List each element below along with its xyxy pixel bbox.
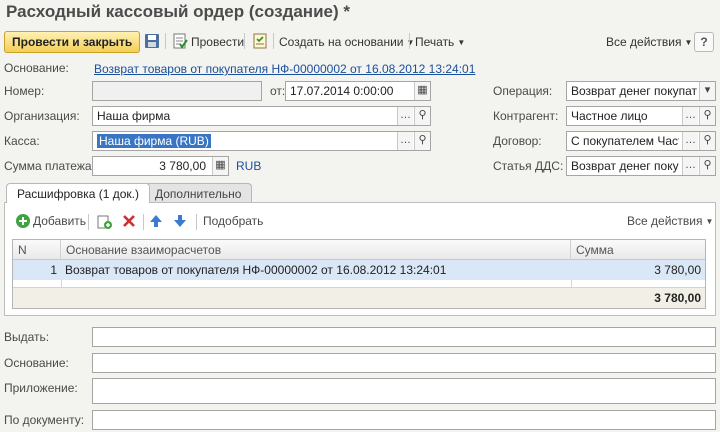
- choice-button[interactable]: …: [682, 157, 698, 175]
- choice-button[interactable]: …: [397, 107, 413, 125]
- toolbar-separator: [273, 33, 274, 49]
- bottom-basis-label: Основание:: [4, 356, 69, 370]
- document-label: По документу:: [4, 413, 85, 427]
- counterparty-label: Контрагент:: [493, 109, 559, 123]
- basis-link[interactable]: Возврат товаров от покупателя НФ-0000000…: [94, 60, 475, 78]
- cashflow-label: Статья ДДС:: [493, 159, 564, 173]
- move-up-icon[interactable]: [148, 212, 164, 230]
- document-field[interactable]: [92, 410, 716, 430]
- command-bar: Провести и закрыть Провести Создать на о…: [0, 28, 720, 55]
- amount-field[interactable]: 3 780,00 ▦: [92, 156, 229, 176]
- cashbox-field[interactable]: Наша фирма (RUB) … ⚲: [92, 131, 431, 151]
- choice-button[interactable]: …: [397, 132, 413, 150]
- dropdown-arrow-icon[interactable]: ▾: [699, 82, 715, 100]
- basis-label: Основание:: [4, 61, 69, 75]
- add-button[interactable]: Добавить: [33, 211, 86, 231]
- print-menu[interactable]: Печать ▼: [415, 31, 465, 53]
- total-sum: 3 780,00: [654, 291, 701, 305]
- settlements-table[interactable]: N Основание взаиморасчетов Сумма 1 Возвр…: [12, 239, 706, 309]
- contract-field[interactable]: С покупателем Частно … ⚲: [566, 131, 716, 151]
- issue-field[interactable]: [92, 327, 716, 347]
- bottom-basis-field[interactable]: [92, 353, 716, 373]
- table-header: N Основание взаиморасчетов Сумма: [13, 240, 705, 260]
- post-document-icon[interactable]: [171, 32, 189, 50]
- all-actions-menu[interactable]: Все действия ▼: [606, 31, 692, 53]
- table-row[interactable]: 1 Возврат товаров от покупателя НФ-00000…: [13, 260, 705, 280]
- organization-field[interactable]: Наша фирма … ⚲: [92, 106, 431, 126]
- open-icon[interactable]: ⚲: [414, 132, 430, 150]
- window-title: Расходный кассовый ордер (создание) *: [6, 2, 350, 21]
- open-icon[interactable]: ⚲: [699, 107, 715, 125]
- attachment-label: Приложение:: [4, 381, 78, 395]
- toolbar-separator: [196, 214, 197, 230]
- number-field[interactable]: [92, 81, 262, 101]
- delete-icon[interactable]: [120, 212, 138, 230]
- contract-value: С покупателем Частно: [571, 134, 679, 148]
- operation-value: Возврат денег покупател: [571, 84, 697, 98]
- amount-value: 3 780,00: [159, 159, 206, 173]
- open-icon[interactable]: ⚲: [699, 157, 715, 175]
- cashbox-label: Касса:: [4, 134, 40, 148]
- toolbar-separator: [165, 33, 166, 49]
- toolbar-separator: [143, 214, 144, 230]
- date-label: от:: [270, 84, 286, 98]
- post-and-close-button[interactable]: Провести и закрыть: [4, 31, 141, 53]
- issue-label: Выдать:: [4, 330, 50, 344]
- counterparty-value: Частное лицо: [571, 109, 648, 123]
- amount-label: Сумма платежа:: [4, 159, 95, 173]
- row-sum: 3 780,00: [654, 263, 701, 277]
- choice-button[interactable]: …: [682, 107, 698, 125]
- attachment-field[interactable]: [92, 378, 716, 404]
- tab-additional[interactable]: Дополнительно: [144, 183, 253, 203]
- choice-button[interactable]: …: [682, 132, 698, 150]
- add-icon[interactable]: [14, 212, 32, 230]
- toolbar-separator: [409, 33, 410, 49]
- table-all-actions-label: Все действия: [627, 214, 703, 228]
- toolbar-separator: [88, 214, 89, 230]
- cashflow-value: Возврат денег покупат: [571, 159, 679, 173]
- post-button[interactable]: Провести: [191, 31, 244, 53]
- organization-label: Организация:: [4, 109, 80, 123]
- dropdown-arrow-icon: ▼: [406, 38, 415, 47]
- all-actions-label: Все действия: [606, 35, 682, 49]
- help-button[interactable]: ?: [694, 32, 714, 52]
- operation-label: Операция:: [493, 84, 553, 98]
- number-label: Номер:: [4, 84, 45, 98]
- print-label: Печать: [415, 35, 455, 49]
- row-basis: Возврат товаров от покупателя НФ-0000000…: [65, 263, 447, 277]
- organization-value: Наша фирма: [97, 109, 171, 123]
- counterparty-field[interactable]: Частное лицо … ⚲: [566, 106, 716, 126]
- table-all-actions-menu[interactable]: Все действия ▼: [627, 211, 713, 231]
- create-based-on-menu[interactable]: Создать на основании ▼: [279, 31, 414, 53]
- move-down-icon[interactable]: [172, 212, 188, 230]
- row-number: 1: [50, 263, 57, 277]
- save-icon[interactable]: [143, 32, 161, 50]
- dropdown-arrow-icon: ▼: [705, 217, 714, 226]
- column-header-n[interactable]: N: [13, 240, 61, 260]
- dropdown-arrow-icon: ▼: [457, 38, 466, 47]
- cashflow-field[interactable]: Возврат денег покупат … ⚲: [566, 156, 716, 176]
- operation-field[interactable]: Возврат денег покупател ▾: [566, 81, 716, 101]
- calendar-icon[interactable]: ▦: [414, 82, 430, 100]
- column-header-basis[interactable]: Основание взаиморасчетов: [61, 240, 571, 260]
- contract-label: Договор:: [493, 134, 542, 148]
- date-field[interactable]: 17.07.2014 0:00:00 ▦: [285, 81, 431, 101]
- column-header-sum[interactable]: Сумма: [571, 240, 707, 260]
- dropdown-arrow-icon: ▼: [684, 38, 693, 47]
- currency-label: RUB: [236, 159, 262, 173]
- report-structure-icon[interactable]: [251, 32, 269, 50]
- copy-icon[interactable]: [95, 212, 113, 230]
- create-based-on-label: Создать на основании: [279, 35, 404, 49]
- toolbar-separator: [244, 33, 245, 49]
- table-footer: 3 780,00: [13, 287, 705, 308]
- select-button[interactable]: Подобрать: [203, 211, 263, 231]
- tab-details[interactable]: Расшифровка (1 док.): [6, 183, 150, 203]
- cashbox-value: Наша фирма (RUB): [97, 134, 211, 148]
- open-icon[interactable]: ⚲: [414, 107, 430, 125]
- calculator-icon[interactable]: ▦: [212, 157, 228, 175]
- date-value: 17.07.2014 0:00:00: [290, 84, 394, 98]
- open-icon[interactable]: ⚲: [699, 132, 715, 150]
